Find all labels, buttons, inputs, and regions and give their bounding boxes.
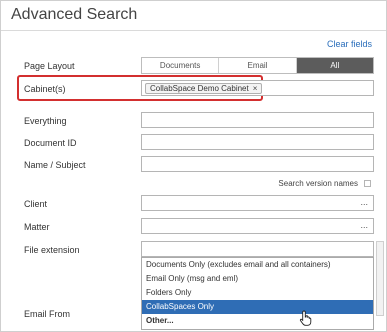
search-version-names-label: Search version names — [278, 179, 358, 188]
file-extension-input[interactable] — [141, 241, 374, 257]
search-version-names-checkbox[interactable] — [364, 180, 371, 187]
dropdown-item-folders-only[interactable]: Folders Only — [142, 286, 373, 300]
page-layout-segmented-control: Documents Email All — [141, 57, 374, 74]
page-layout-label: Page Layout — [24, 61, 75, 71]
client-lookup-button[interactable]: ... — [360, 197, 368, 207]
hand-pointer-icon — [299, 310, 312, 326]
cabinets-input[interactable]: CollabSpace Demo Cabinet × — [141, 80, 374, 96]
cabinets-label: Cabinet(s) — [24, 84, 66, 94]
name-subject-input[interactable] — [141, 156, 374, 172]
email-from-label: Email From — [24, 309, 71, 319]
everything-input[interactable] — [141, 112, 374, 128]
name-subject-label: Name / Subject — [24, 160, 86, 170]
cabinet-chip-label: CollabSpace Demo Cabinet — [150, 84, 249, 93]
dropdown-item-collabspaces-only[interactable]: CollabSpaces Only — [142, 300, 373, 314]
layout-documents-button[interactable]: Documents — [142, 58, 220, 73]
everything-label: Everything — [24, 116, 67, 126]
vertical-scrollbar[interactable] — [376, 241, 384, 316]
file-extension-dropdown: Documents Only (excludes email and all c… — [141, 257, 374, 330]
page-title: Advanced Search — [11, 6, 138, 23]
matter-input[interactable]: ... — [141, 218, 374, 234]
document-id-input[interactable] — [141, 134, 374, 150]
dropdown-item-documents-only[interactable]: Documents Only (excludes email and all c… — [142, 258, 373, 272]
dropdown-item-email-only[interactable]: Email Only (msg and eml) — [142, 272, 373, 286]
client-label: Client — [24, 199, 48, 209]
document-id-label: Document ID — [24, 138, 77, 148]
matter-lookup-button[interactable]: ... — [360, 220, 368, 230]
layout-email-button[interactable]: Email — [219, 58, 297, 73]
advanced-search-panel: Advanced Search Clear fields Page Layout… — [0, 0, 387, 332]
clear-fields-link[interactable]: Clear fields — [327, 39, 372, 49]
chip-remove-icon[interactable]: × — [253, 84, 258, 93]
cabinet-chip: CollabSpace Demo Cabinet × — [145, 83, 263, 94]
layout-all-button[interactable]: All — [296, 58, 373, 73]
file-extension-label: File extension — [24, 245, 80, 255]
title-divider — [1, 30, 386, 31]
dropdown-item-other[interactable]: Other... — [142, 314, 373, 328]
client-input[interactable]: ... — [141, 195, 374, 211]
matter-label: Matter — [24, 222, 50, 232]
